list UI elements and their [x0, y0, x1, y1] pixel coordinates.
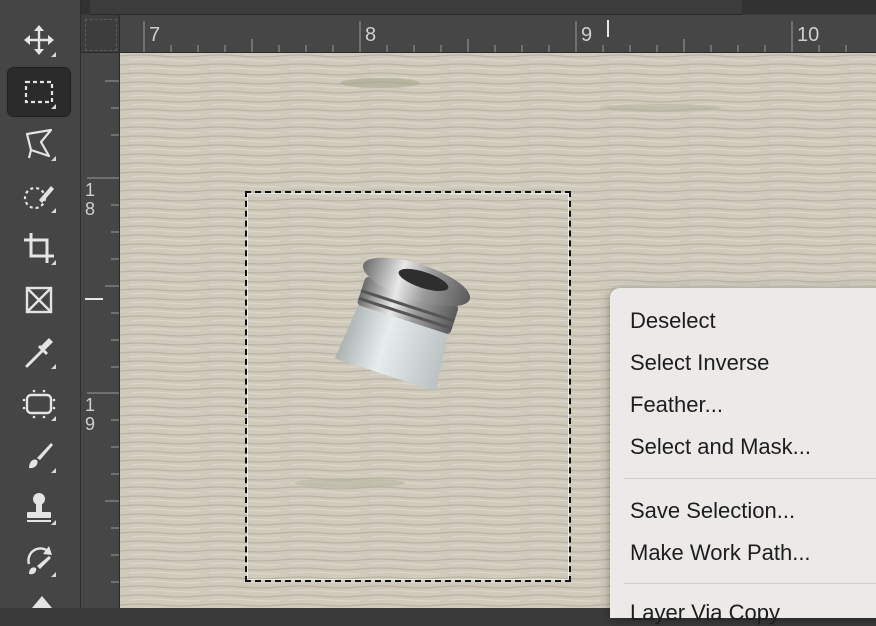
ruler-label-10: 10	[797, 24, 820, 46]
tool-group-indicator	[51, 520, 56, 525]
frame-tool[interactable]	[8, 276, 70, 324]
rectangular-marquee-tool[interactable]	[7, 67, 71, 117]
tool-group-indicator	[51, 208, 56, 213]
vertical-ruler-ticks	[85, 80, 119, 583]
ruler-digit: 9	[84, 414, 95, 434]
tool-group-indicator	[51, 572, 56, 577]
menu-item-select-inverse[interactable]: Select Inverse	[630, 350, 769, 376]
spot-healing-tool[interactable]	[8, 380, 70, 428]
clone-stamp-tool[interactable]	[8, 484, 70, 532]
menu-item-select-and-mask[interactable]: Select and Mask...	[630, 434, 811, 460]
horizontal-ruler[interactable]: 7 8 9 10	[120, 15, 876, 53]
menu-item-feather[interactable]: Feather...	[630, 392, 723, 418]
menu-item-make-work-path[interactable]: Make Work Path...	[630, 540, 811, 566]
tool-group-indicator	[51, 104, 56, 109]
tools-panel	[0, 0, 81, 608]
document-tab-bar[interactable]	[90, 0, 742, 15]
ruler-digit: 1	[84, 180, 95, 200]
context-menu: Deselect Select Inverse Feather... Selec…	[610, 288, 876, 625]
tool-group-indicator	[51, 260, 56, 265]
ruler-origin[interactable]	[81, 15, 120, 53]
next-tool-icon[interactable]	[32, 596, 52, 608]
move-tool[interactable]	[8, 16, 70, 64]
ruler-label-7: 7	[149, 24, 161, 46]
menu-item-deselect[interactable]: Deselect	[630, 308, 716, 334]
tool-group-indicator	[51, 364, 56, 369]
tool-group-indicator	[51, 52, 56, 57]
brush-tool[interactable]	[8, 432, 70, 480]
crop-tool[interactable]	[8, 224, 70, 272]
quick-selection-tool[interactable]	[8, 172, 70, 220]
ruler-label-9: 9	[581, 24, 593, 46]
tool-group-indicator	[51, 416, 56, 421]
menu-separator	[624, 478, 876, 479]
menu-item-layer-via-copy[interactable]: Layer Via Copy	[630, 600, 780, 626]
ruler-digit: 1	[84, 395, 95, 415]
menu-separator	[624, 583, 876, 584]
ruler-label-18: 1 8	[84, 181, 96, 219]
vertical-ruler[interactable]: 1 8 1 9	[81, 53, 120, 608]
ruler-digit: 8	[84, 199, 95, 219]
tool-group-indicator	[51, 156, 56, 161]
marquee-selection[interactable]	[245, 191, 571, 582]
ruler-label-8: 8	[365, 24, 377, 46]
eyedropper-tool[interactable]	[8, 328, 70, 376]
polygonal-lasso-tool[interactable]	[8, 120, 70, 168]
frame-icon	[25, 286, 53, 314]
tool-group-indicator	[51, 468, 56, 473]
history-brush-tool[interactable]	[8, 536, 70, 584]
menu-item-save-selection[interactable]: Save Selection...	[630, 498, 795, 524]
horizontal-ruler-ticks	[143, 20, 847, 52]
ruler-label-19: 1 9	[84, 396, 96, 434]
